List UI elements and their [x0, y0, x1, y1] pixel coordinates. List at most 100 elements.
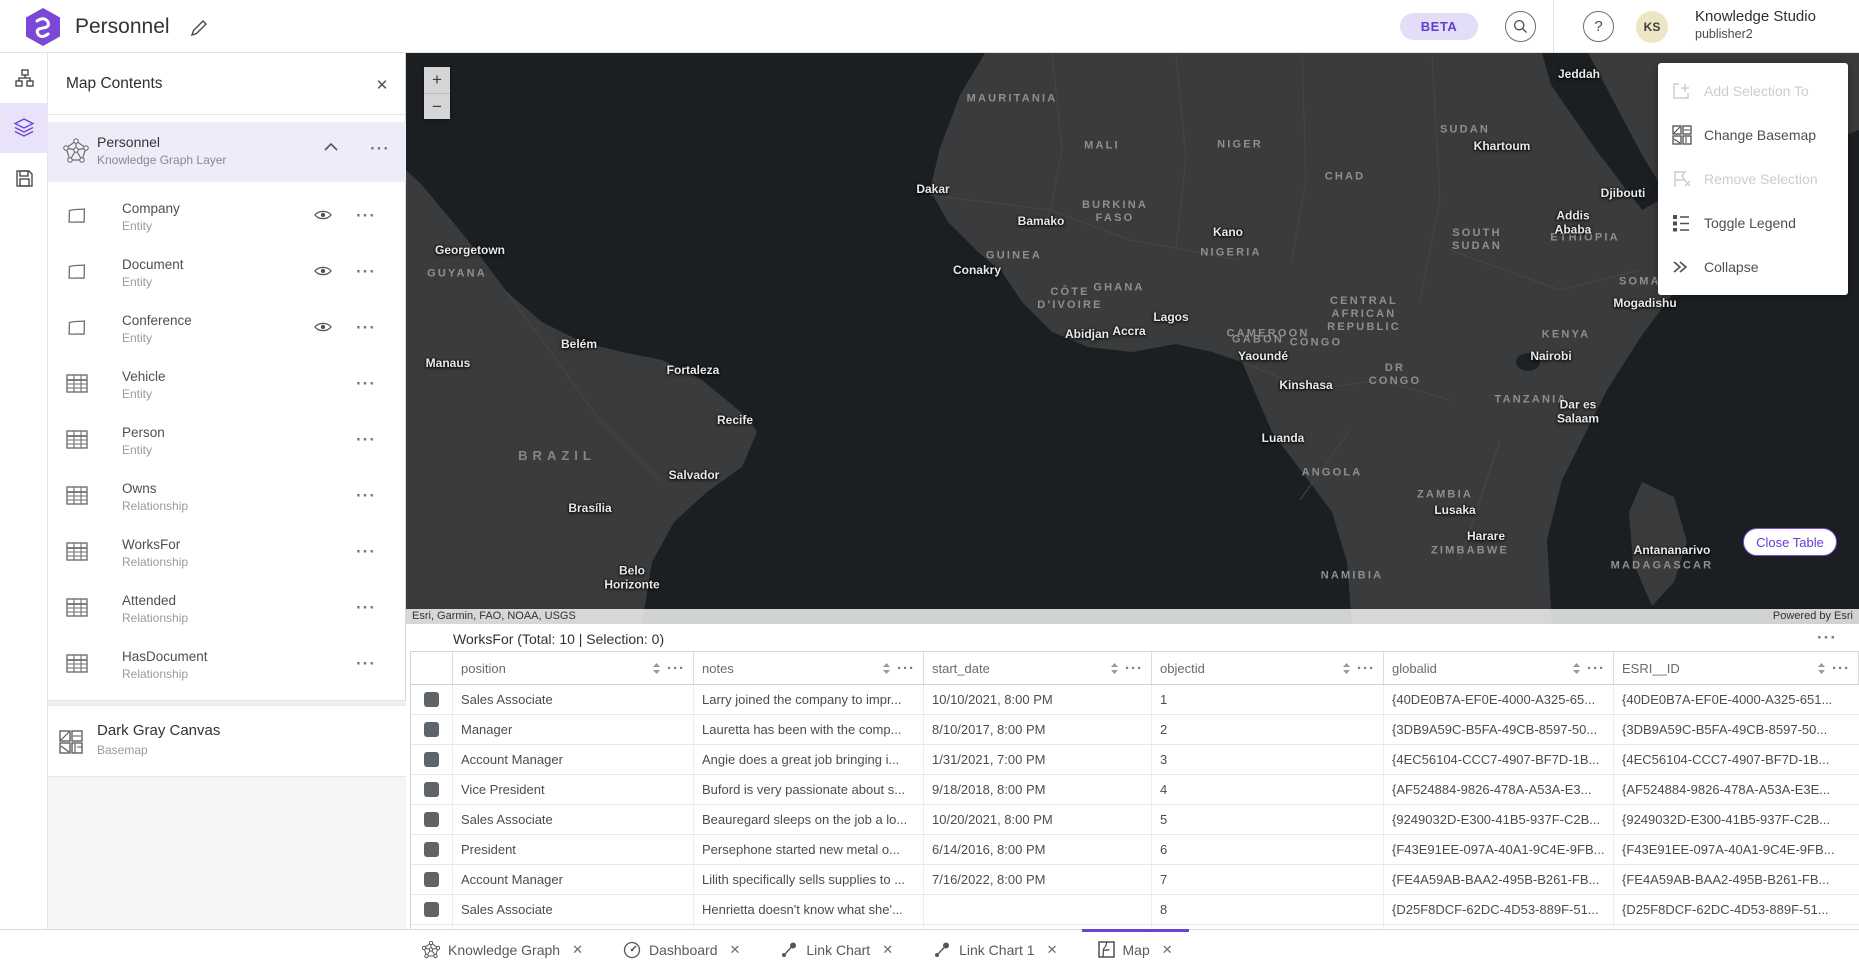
table-row[interactable]: Sales AssociateBeauregard sleeps on the … [411, 805, 1859, 835]
cell-objectid: 2 [1152, 715, 1384, 744]
row-checkbox[interactable] [424, 812, 439, 827]
layer-options-icon[interactable]: ··· [356, 319, 376, 336]
column-options-icon[interactable]: ··· [897, 661, 915, 676]
row-checkbox[interactable] [424, 722, 439, 737]
map-canvas[interactable]: MAURITANIAMALINIGERCHADSUDANBURKINA FASO… [406, 53, 1859, 624]
sort-icon[interactable] [1572, 662, 1581, 675]
layer-item-company[interactable]: CompanyEntity··· [48, 190, 406, 246]
menu-item-change-basemap[interactable]: Change Basemap [1658, 113, 1848, 157]
menu-item-toggle-legend[interactable]: Toggle Legend [1658, 201, 1848, 245]
column-options-icon[interactable]: ··· [1587, 661, 1605, 676]
table-row[interactable]: PresidentPersephone started new metal o.… [411, 835, 1859, 865]
sort-icon[interactable] [1342, 662, 1351, 675]
rail-item-layers[interactable] [0, 103, 48, 153]
layer-options-icon[interactable]: ··· [356, 487, 376, 504]
table-row[interactable]: Account ManagerLilith specifically sells… [411, 865, 1859, 895]
layer-group-options-icon[interactable]: ··· [370, 140, 390, 157]
chevron-up-icon[interactable] [324, 142, 338, 151]
layer-options-icon[interactable]: ··· [356, 599, 376, 616]
layer-item-person[interactable]: PersonEntity··· [48, 414, 406, 470]
edit-title-icon[interactable] [188, 17, 210, 39]
tab-knowledge-graph[interactable]: Knowledge Graph✕ [406, 930, 599, 969]
sort-icon[interactable] [1110, 662, 1119, 675]
row-checkbox[interactable] [424, 902, 439, 917]
layer-group-personnel[interactable]: Personnel Knowledge Graph Layer ··· [48, 122, 406, 182]
column-options-icon[interactable]: ··· [1125, 661, 1143, 676]
close-tab-icon[interactable]: ✕ [729, 942, 740, 958]
column-header-objectid[interactable]: objectid··· [1152, 652, 1384, 684]
rail-item-save[interactable] [0, 153, 48, 203]
column-header-position[interactable]: position··· [453, 652, 694, 684]
close-tab-icon[interactable]: ✕ [1047, 942, 1058, 958]
dashboard-icon [623, 941, 641, 959]
row-select-cell [411, 805, 453, 834]
column-options-icon[interactable]: ··· [1832, 661, 1850, 676]
visibility-eye-icon[interactable] [314, 265, 332, 277]
menu-item-collapse[interactable]: Collapse [1658, 245, 1848, 289]
layer-item-vehicle[interactable]: VehicleEntity··· [48, 358, 406, 414]
column-header-start_date[interactable]: start_date··· [924, 652, 1152, 684]
layer-item-document[interactable]: DocumentEntity··· [48, 246, 406, 302]
app-logo-icon[interactable] [24, 7, 62, 47]
close-tab-icon[interactable]: ✕ [1162, 942, 1173, 958]
layer-options-icon[interactable]: ··· [356, 655, 376, 672]
tab-link-chart-1[interactable]: Link Chart 1✕ [917, 930, 1073, 969]
row-checkbox[interactable] [424, 782, 439, 797]
column-options-icon[interactable]: ··· [667, 661, 685, 676]
table-options-icon[interactable]: ··· [1817, 629, 1837, 646]
help-button[interactable]: ? [1583, 11, 1614, 42]
close-tab-icon[interactable]: ✕ [882, 942, 893, 958]
layer-item-owns[interactable]: OwnsRelationship··· [48, 470, 406, 526]
layer-item-worksfor[interactable]: WorksForRelationship··· [48, 526, 406, 582]
zoom-out-button[interactable]: − [424, 93, 450, 119]
row-checkbox[interactable] [424, 692, 439, 707]
layer-item-conference[interactable]: ConferenceEntity··· [48, 302, 406, 358]
tab-label: Dashboard [649, 942, 718, 958]
table-row[interactable]: Sales AssociateLarry joined the company … [411, 685, 1859, 715]
row-checkbox[interactable] [424, 842, 439, 857]
close-panel-button[interactable]: ✕ [370, 73, 394, 97]
layer-options-icon[interactable]: ··· [356, 543, 376, 560]
layer-item-hasdocument[interactable]: HasDocumentRelationship··· [48, 638, 406, 694]
table-row[interactable]: Account ManagerAngie does a great job br… [411, 745, 1859, 775]
visibility-eye-icon[interactable] [314, 209, 332, 221]
table-row[interactable]: ManagerLauretta has been with the comp..… [411, 715, 1859, 745]
tab-dashboard[interactable]: Dashboard ✕ [607, 930, 756, 969]
graph-icon [422, 941, 440, 959]
table-icon [66, 374, 88, 393]
basemap-item[interactable]: Dark Gray Canvas Basemap [48, 706, 406, 776]
menu-item-label: Change Basemap [1704, 127, 1816, 143]
column-header-ESRI__ID[interactable]: ESRI__ID··· [1614, 652, 1859, 684]
layer-title: WorksFor [122, 537, 180, 552]
tab-link-chart[interactable]: Link Chart✕ [764, 930, 909, 969]
cell-start_date: 10/10/2021, 8:00 PM [924, 685, 1152, 714]
zoom-in-button[interactable]: + [424, 67, 450, 93]
sort-icon[interactable] [652, 662, 661, 675]
avatar[interactable]: KS [1636, 11, 1668, 43]
layer-options-icon[interactable]: ··· [356, 375, 376, 392]
layer-options-icon[interactable]: ··· [356, 263, 376, 280]
close-table-button[interactable]: Close Table [1743, 528, 1837, 556]
column-header-notes[interactable]: notes··· [694, 652, 924, 684]
panel-bottom-area [48, 776, 406, 929]
cell-objectid: 3 [1152, 745, 1384, 774]
table-row[interactable]: Vice PresidentBuford is very passionate … [411, 775, 1859, 805]
layer-title: Conference [122, 313, 192, 328]
search-button[interactable] [1505, 11, 1536, 42]
row-checkbox[interactable] [424, 872, 439, 887]
sort-icon[interactable] [882, 662, 891, 675]
close-tab-icon[interactable]: ✕ [572, 942, 583, 958]
visibility-eye-icon[interactable] [314, 321, 332, 333]
layer-options-icon[interactable]: ··· [356, 207, 376, 224]
layer-options-icon[interactable]: ··· [356, 431, 376, 448]
tab-map[interactable]: Map✕ [1082, 930, 1189, 969]
rail-item-hierarchy[interactable] [0, 53, 48, 103]
sort-icon[interactable] [1817, 662, 1826, 675]
column-options-icon[interactable]: ··· [1357, 661, 1375, 676]
cell-globalid: {D25F8DCF-62DC-4D53-889F-51... [1384, 895, 1614, 924]
table-row[interactable]: Sales AssociateHenrietta doesn't know wh… [411, 895, 1859, 925]
column-header-globalid[interactable]: globalid··· [1384, 652, 1614, 684]
row-checkbox[interactable] [424, 752, 439, 767]
user-menu[interactable]: Knowledge Studio publisher2 [1695, 8, 1816, 42]
layer-item-attended[interactable]: AttendedRelationship··· [48, 582, 406, 638]
